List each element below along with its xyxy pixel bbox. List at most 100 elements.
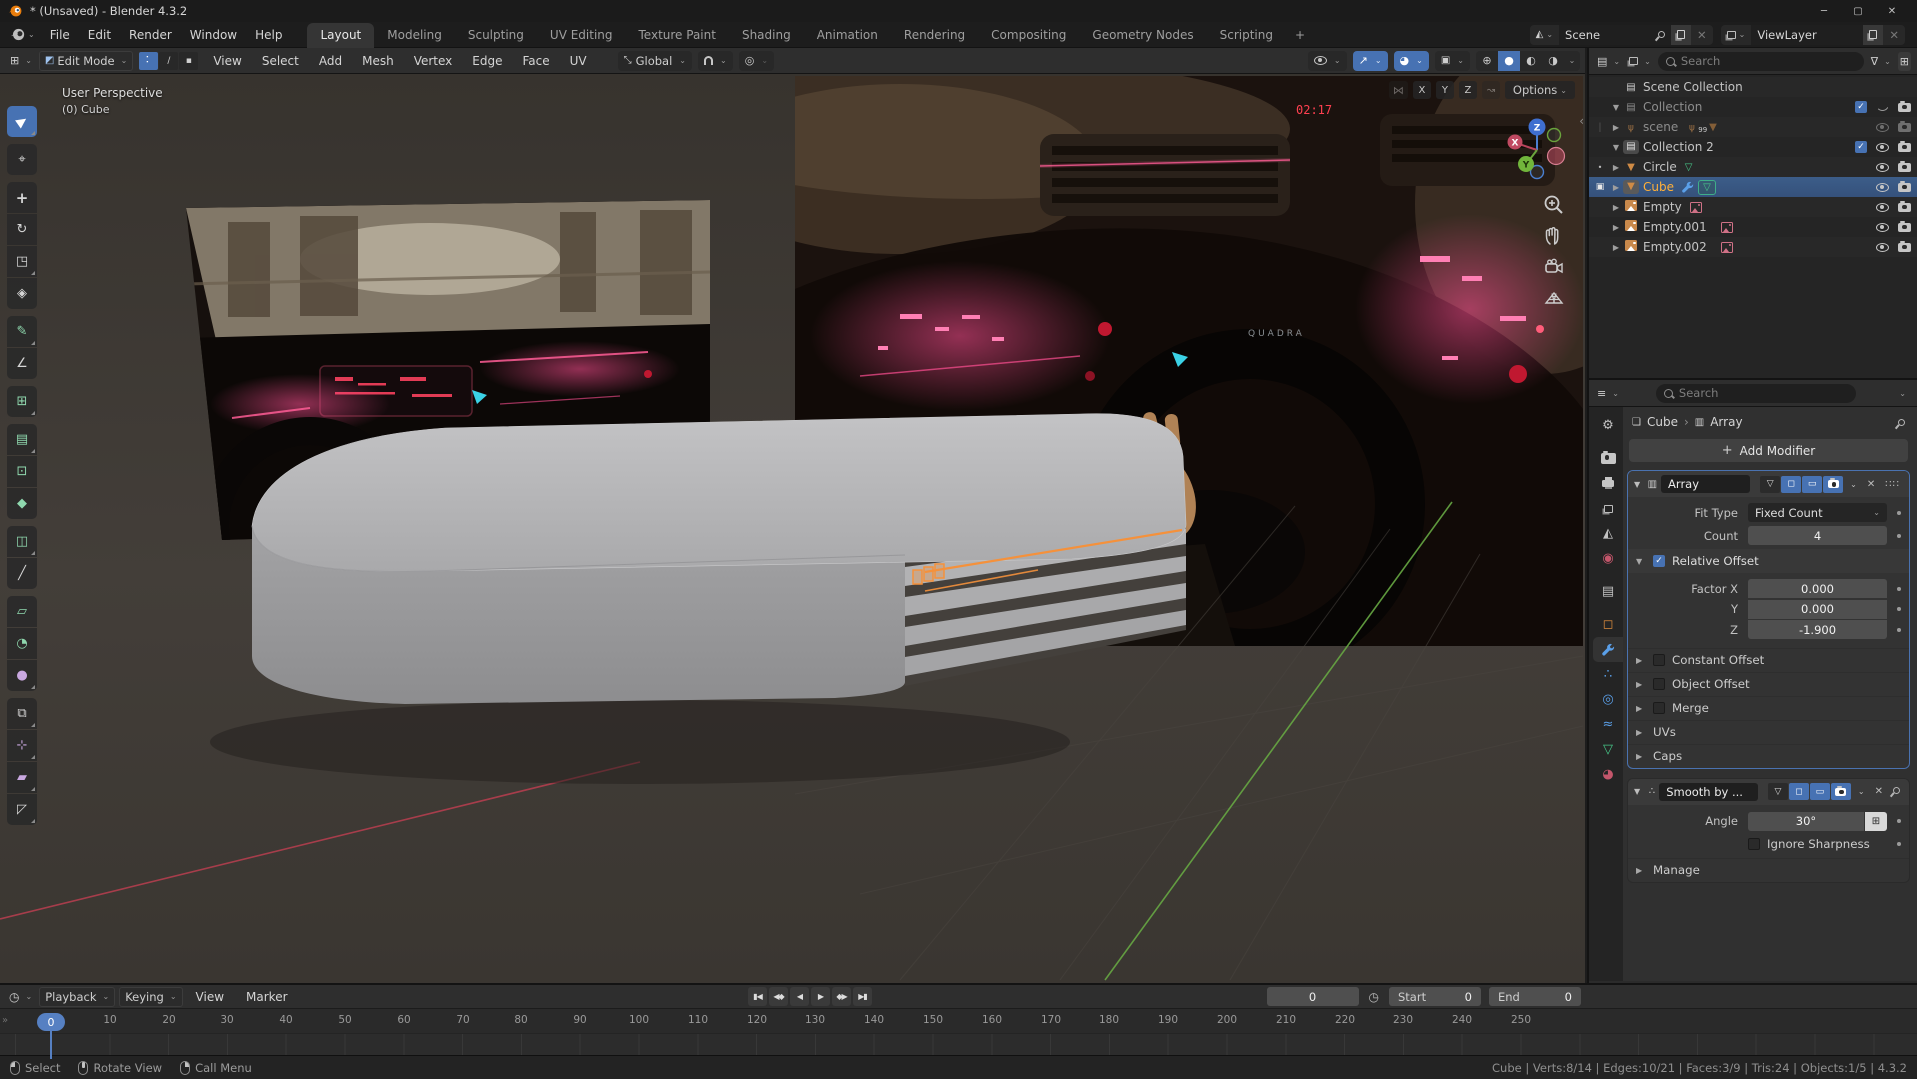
outliner-row-scene-collection[interactable]: ▤ Scene Collection (1589, 77, 1917, 97)
object-offset-row[interactable]: ▶ ✓ Object Offset (1628, 671, 1909, 696)
tool-inset-faces[interactable]: ⊡ (7, 456, 37, 487)
cage-display-toggle[interactable]: ◻ (1788, 783, 1809, 800)
camera-toggle-icon[interactable] (1898, 140, 1911, 152)
tab-particles[interactable]: ∴ (1593, 662, 1623, 687)
eye-closed-icon[interactable] (1876, 104, 1889, 111)
mirror-z-button[interactable]: Z (1458, 81, 1477, 99)
collapse-icon[interactable]: ▼ (1634, 787, 1645, 796)
maximize-button[interactable]: ▢ (1841, 6, 1875, 17)
expand-icon[interactable]: ▶ (1609, 243, 1623, 252)
scene-copy-button[interactable] (1671, 24, 1692, 45)
eye-icon[interactable] (1876, 182, 1889, 192)
constant-offset-checkbox[interactable]: ✓ (1653, 654, 1665, 666)
snap-toggle[interactable]: ⌄ (698, 50, 733, 71)
expand-icon[interactable]: ▶ (1609, 223, 1623, 232)
eye-icon[interactable] (1876, 162, 1889, 172)
animate-dot[interactable] (1897, 607, 1901, 612)
outliner-row-cube[interactable]: ▣ ▶ ▼ Cube ▽ (1589, 177, 1917, 197)
tab-compositing[interactable]: Compositing (978, 23, 1079, 48)
mirror-icon[interactable]: ⋈ (1388, 81, 1408, 99)
tab-render[interactable] (1593, 446, 1623, 471)
collapse-icon[interactable]: ▼ (1634, 480, 1644, 489)
factor-z-field[interactable]: -1.900 (1748, 620, 1887, 640)
tab-object[interactable]: ◻ (1593, 612, 1623, 637)
viewlayer-name-field[interactable]: ViewLayer (1751, 24, 1864, 45)
eye-icon[interactable] (1876, 222, 1889, 232)
cage-display-toggle[interactable]: ◻ (1781, 475, 1802, 493)
outliner-search[interactable] (1657, 51, 1864, 71)
tool-transform[interactable]: ◈ (7, 278, 37, 309)
jump-to-end-button[interactable]: ▶▮ (853, 987, 872, 1006)
menu-edge[interactable]: Edge (463, 51, 511, 71)
animate-dot[interactable] (1897, 819, 1901, 823)
render-display-toggle[interactable] (1830, 783, 1851, 800)
solid-shading-button[interactable]: ● (1498, 50, 1520, 71)
smooth-modifier-header[interactable]: ▼ ∴ Smooth by ... ▽ ◻ ▭ ⌄ ✕ (1628, 778, 1909, 805)
proportional-editing-toggle[interactable]: ◎ ⌄ (738, 50, 775, 71)
camera-toggle-icon[interactable] (1898, 200, 1911, 212)
array-modifier-header[interactable]: ▼ ▥ Array ▽ ◻ ▭ ⌄ ✕ ∷∷ (1628, 471, 1909, 497)
viewport-canvas[interactable]: 02:17 QUADRA ▶ ⌖ + ↻ ◳ ◈ ✎ ∠ ⊞ ▤ ⊡ ◆ ◫ ╱… (0, 74, 1585, 982)
editor-type-button[interactable]: ⊞ ⌄ (5, 51, 37, 71)
menu-view[interactable]: View (204, 51, 250, 71)
tab-physics[interactable]: ◎ (1593, 687, 1623, 712)
timeline-view-menu[interactable]: View (187, 987, 233, 1007)
manage-row[interactable]: ▶ Manage (1628, 857, 1909, 882)
breadcrumb-object[interactable]: Cube (1647, 415, 1678, 429)
next-keyframe-button[interactable]: ◆▶ (832, 987, 851, 1006)
outliner-row-scene[interactable]: │ ▶ ⋔ scene ⋔ 99 ▼ (1589, 117, 1917, 137)
camera-toggle-icon[interactable] (1898, 100, 1911, 112)
pin-icon[interactable] (1896, 417, 1907, 427)
tool-add-cube[interactable]: ⊞ (7, 386, 37, 417)
tab-uv-editing[interactable]: UV Editing (537, 23, 626, 48)
tool-shrink-fatten[interactable]: ⊹ (7, 730, 37, 761)
constant-offset-row[interactable]: ▶ ✓ Constant Offset (1628, 647, 1909, 672)
outliner-row-collection[interactable]: ▼ ▤ Collection ✓ (1589, 97, 1917, 117)
tool-move[interactable]: + (7, 182, 37, 213)
tool-loop-cut[interactable]: ◫ (7, 526, 37, 557)
xray-toggle[interactable]: ▣ ⌄ (1434, 50, 1470, 71)
delete-modifier-button[interactable]: ✕ (1872, 786, 1886, 797)
factor-y-field[interactable]: 0.000 (1748, 599, 1887, 619)
menu-help[interactable]: Help (246, 25, 291, 45)
mode-dropdown[interactable]: ◩ Edit Mode ⌄ (38, 50, 134, 71)
tool-cursor[interactable]: ⌖ (7, 144, 37, 175)
animate-dot[interactable] (1897, 586, 1901, 591)
face-select-button[interactable]: ▪ (179, 51, 199, 70)
tool-select-box[interactable]: ▶ (7, 106, 37, 137)
tool-measure[interactable]: ∠ (7, 348, 37, 379)
navigation-gizmo[interactable]: Z X Y (1503, 116, 1571, 184)
options-dropdown[interactable]: Options ⌄ (1504, 81, 1575, 99)
relative-offset-header[interactable]: ▼ ✓ Relative Offset (1628, 549, 1909, 573)
ignore-sharpness-checkbox[interactable]: ✓ (1748, 838, 1760, 850)
tool-rotate[interactable]: ↻ (7, 214, 37, 245)
tool-poly-build[interactable]: ▱ (7, 596, 37, 627)
tab-tool[interactable]: ⚙ (1593, 413, 1623, 438)
mirror-y-button[interactable]: Y (1435, 81, 1454, 99)
animate-dot[interactable] (1897, 510, 1901, 515)
close-button[interactable]: ✕ (1875, 6, 1909, 17)
scene-delete-button[interactable]: ✕ (1691, 25, 1713, 45)
timeline-ruler[interactable]: 0 10 20 30 40 50 60 70 80 90 100 110 120… (0, 1009, 1917, 1034)
relative-offset-checkbox[interactable]: ✓ (1653, 555, 1665, 567)
pin-icon[interactable] (1656, 29, 1667, 40)
tool-spin[interactable]: ◔ (7, 628, 37, 659)
camera-toggle-icon[interactable] (1898, 220, 1911, 232)
expand-icon[interactable]: ▶ (1609, 123, 1623, 132)
viewlayer-copy-button[interactable] (1863, 24, 1884, 45)
tab-geometry-nodes[interactable]: Geometry Nodes (1079, 23, 1206, 48)
new-collection-button[interactable]: ⊞ (1897, 51, 1911, 71)
menu-render[interactable]: Render (120, 25, 181, 45)
modifier-extras-dropdown[interactable]: ⌄ (1847, 480, 1860, 489)
scene-name-field[interactable]: Scene (1559, 24, 1672, 45)
animate-dot[interactable] (1897, 842, 1901, 846)
render-display-toggle[interactable] (1823, 475, 1844, 493)
outliner-row-collection-2[interactable]: ▼ ▤ Collection 2 ✓ (1589, 137, 1917, 157)
modifier-name-field[interactable]: Array (1661, 475, 1751, 493)
camera-toggle-icon[interactable] (1898, 160, 1911, 172)
scene-browse-button[interactable]: ◭ ⌄ (1530, 25, 1559, 45)
breadcrumb-modifier[interactable]: Array (1710, 415, 1742, 429)
count-field[interactable]: 4 (1748, 526, 1887, 545)
expand-icon[interactable]: ▶ (1609, 163, 1623, 172)
fit-type-dropdown[interactable]: Fixed Count ⌄ (1748, 503, 1887, 522)
